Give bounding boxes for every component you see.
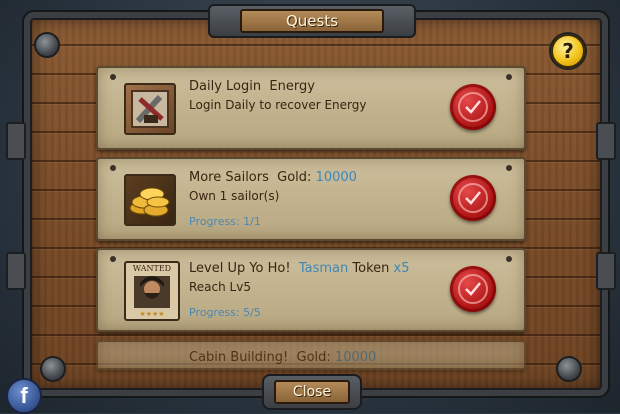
quest-title: More Sailors Gold: 10000 <box>189 170 357 185</box>
quest-reward-prefix: Tasman <box>298 261 349 276</box>
pin <box>110 165 116 171</box>
wanted-poster-icon: WANTED ★★★★ <box>124 261 180 321</box>
gold-coins-icon <box>124 174 176 226</box>
right-hinge-bottom <box>596 252 616 290</box>
quest-name: More Sailors <box>189 170 269 185</box>
quest-title: Daily Login Energy <box>189 79 315 94</box>
help-button[interactable]: ? <box>551 34 585 68</box>
quest-name: Daily Login <box>189 79 262 94</box>
checkmark-icon <box>465 191 481 205</box>
title-plaque: Quests <box>208 4 416 38</box>
quest-reward-type: Gold: <box>296 350 331 365</box>
checkmark-icon <box>465 282 481 296</box>
svg-text:★★★★: ★★★★ <box>139 310 164 318</box>
quest-reward-value: x5 <box>393 261 410 276</box>
window-title: Quests <box>240 9 384 33</box>
quest-description: Own 1 sailor(s) <box>189 189 280 203</box>
quest-name: Level Up Yo Ho! <box>189 261 291 276</box>
quest-reward-type: Gold: <box>277 170 312 185</box>
claim-seal-button[interactable] <box>450 84 496 130</box>
checkmark-icon <box>465 100 481 114</box>
quest-progress: Progress: 1/1 <box>189 215 261 228</box>
pin <box>506 256 512 262</box>
pin <box>110 256 116 262</box>
quest-reward-value: 10000 <box>315 170 357 185</box>
quest-card-more-sailors: More Sailors Gold: 10000 Own 1 sailor(s)… <box>96 157 526 241</box>
quest-name: Cabin Building! <box>189 350 289 365</box>
close-button[interactable]: Close <box>262 374 362 410</box>
quest-description: Login Daily to recover Energy <box>189 98 367 112</box>
quest-progress: Progress: 5/5 <box>189 306 261 319</box>
quest-card-level-up: WANTED ★★★★ Level Up Yo Ho! Tasman Token… <box>96 248 526 332</box>
quest-reward-type: Token <box>352 261 390 276</box>
left-hinge-bottom <box>6 252 26 290</box>
pin <box>506 165 512 171</box>
energy-potion-icon <box>124 83 176 135</box>
quest-reward-value: 10000 <box>334 350 377 365</box>
quest-card-cabin-building: Cabin Building! Gold: 10000 <box>96 340 526 370</box>
claim-seal-button[interactable] <box>450 266 496 312</box>
claim-seal-button[interactable] <box>450 175 496 221</box>
right-hinge-top <box>596 122 616 160</box>
quest-card-daily-login: Daily Login Energy Login Daily to recove… <box>96 66 526 150</box>
pin <box>110 74 116 80</box>
pin <box>506 74 512 80</box>
facebook-icon[interactable]: f <box>6 378 42 414</box>
quest-description: Reach Lv5 <box>189 280 251 294</box>
quest-title: Cabin Building! Gold: 10000 <box>189 350 376 365</box>
quest-reward-type: Energy <box>269 79 315 94</box>
close-button-label: Close <box>274 380 350 404</box>
quest-title: Level Up Yo Ho! Tasman Token x5 <box>189 261 410 276</box>
corner-bolt-bottom-right <box>556 356 582 382</box>
corner-bolt-top-left <box>34 32 60 58</box>
left-hinge-top <box>6 122 26 160</box>
corner-bolt-bottom-left <box>40 356 66 382</box>
